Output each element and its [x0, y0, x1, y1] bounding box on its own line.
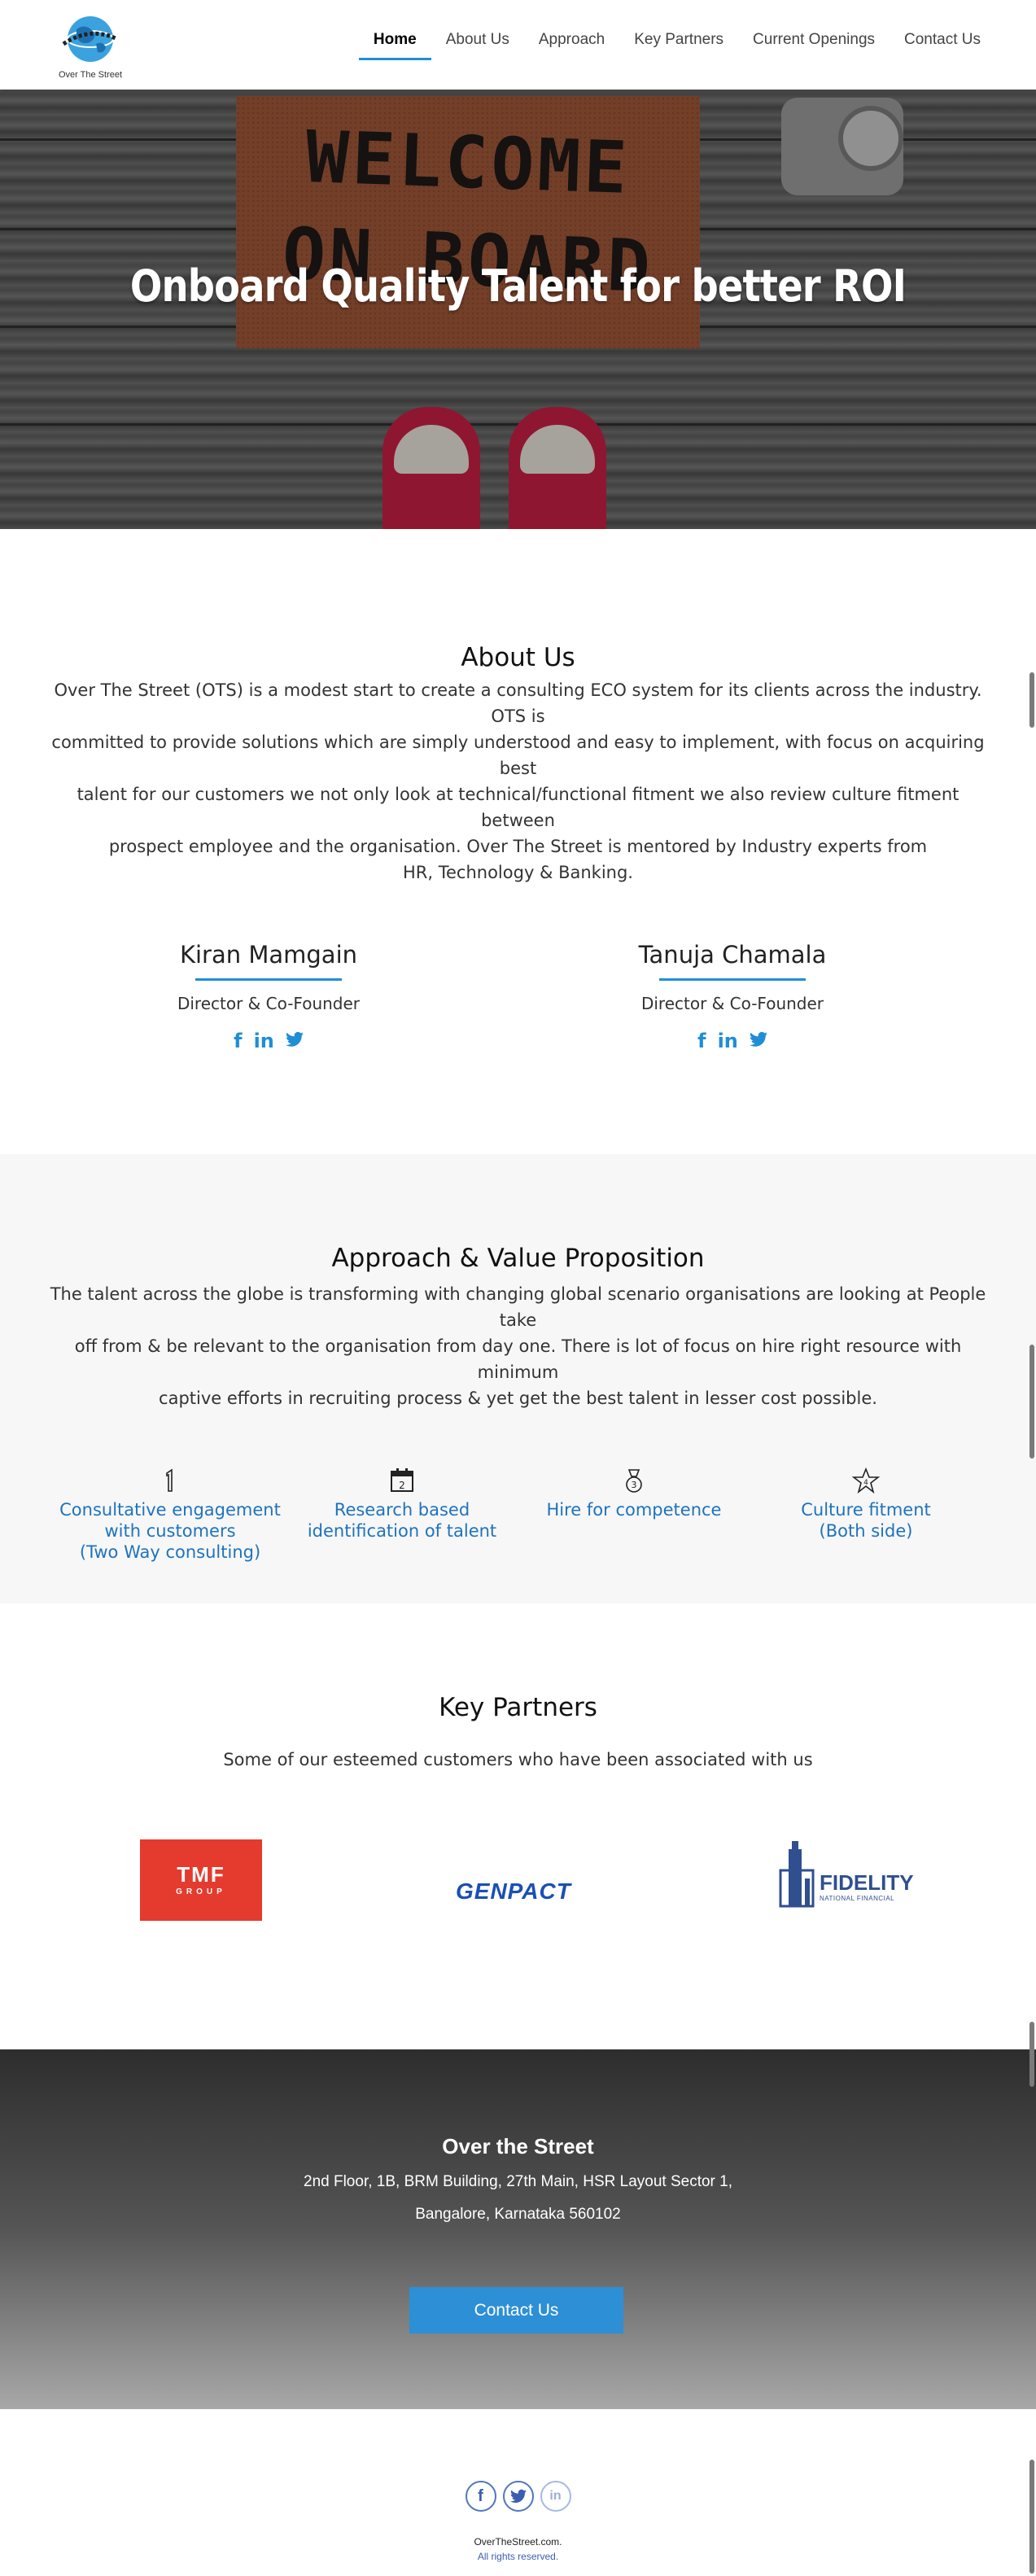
- approach-line: captive efforts in recruiting process & …: [159, 1389, 877, 1408]
- footer-social-links: f in: [0, 2481, 1036, 2512]
- nav-key-partners[interactable]: Key Partners: [634, 31, 723, 57]
- team-card: Kiran Mamgain Director & Co-Founder f in: [106, 941, 431, 1052]
- calendar-icon: 2: [391, 1468, 413, 1492]
- about-line: committed to provide solutions which are…: [51, 733, 985, 778]
- twitter-icon[interactable]: [502, 2481, 534, 2512]
- name-underline: [195, 978, 342, 981]
- fidelity-logo: FIDELITY NATIONAL FINANCIAL: [777, 1838, 914, 1911]
- feature-item: 4 Culture fitment (Both side): [752, 1467, 980, 1542]
- name-underline: [659, 978, 806, 981]
- about-paragraph: Over The Street (OTS) is a modest start …: [49, 677, 987, 886]
- twitter-icon[interactable]: [749, 1030, 767, 1052]
- about-title: About Us: [461, 643, 575, 672]
- feature-label: Culture fitment (Both side): [801, 1500, 931, 1541]
- svg-text:4: 4: [863, 1479, 868, 1487]
- team-card: Tanuja Chamala Director & Co-Founder f i…: [570, 941, 895, 1052]
- about-line: Over The Street (OTS) is a modest start …: [54, 680, 982, 726]
- nav-contact-us[interactable]: Contact Us: [904, 31, 981, 57]
- twitter-icon[interactable]: [285, 1030, 304, 1052]
- approach-paragraph: The talent across the globe is transform…: [49, 1281, 987, 1411]
- fidelity-logo-subtext: NATIONAL FINANCIAL: [820, 1895, 895, 1902]
- person-role: Director & Co-Founder: [177, 994, 361, 1013]
- feature-label: Consultative engagement with customers (…: [59, 1500, 281, 1562]
- tmf-logo-text: TMF: [177, 1862, 225, 1887]
- partners-subtitle: Some of our esteemed customers who have …: [223, 1750, 813, 1769]
- footer-company-name: Over the Street: [442, 2134, 594, 2158]
- footer-contact-section: [0, 2049, 1036, 2409]
- feature-label: Research based identification of talent: [307, 1500, 497, 1541]
- person-socials: f in: [570, 1030, 895, 1052]
- footer-address-line1: 2nd Floor, 1B, BRM Building, 27th Main, …: [304, 2173, 732, 2190]
- building-icon: [779, 1841, 815, 1908]
- fidelity-logo-text: FIDELITY: [820, 1870, 914, 1895]
- logo[interactable]: Over The Street: [52, 11, 129, 85]
- feature-label: Hire for competence: [546, 1500, 722, 1520]
- svg-text:3: 3: [632, 1480, 637, 1490]
- person-role: Director & Co-Founder: [640, 994, 824, 1013]
- svg-text:2: 2: [399, 1480, 405, 1491]
- person-socials: f in: [106, 1030, 431, 1052]
- feature-item: 3 Hire for competence: [520, 1467, 748, 1520]
- scrollbar-thumb[interactable]: [1029, 672, 1034, 728]
- facebook-icon[interactable]: f: [697, 1030, 706, 1052]
- linkedin-icon[interactable]: in: [254, 1030, 274, 1052]
- contact-us-button[interactable]: Contact Us: [409, 2287, 623, 2333]
- nav-home[interactable]: Home: [358, 31, 431, 60]
- nav-current-openings[interactable]: Current Openings: [753, 31, 875, 57]
- copyright-site: OverTheStreet.com.: [474, 2536, 562, 2548]
- person-name: Kiran Mamgain: [179, 941, 358, 969]
- nav-approach[interactable]: Approach: [539, 31, 605, 57]
- copyright-rights: All rights reserved.: [477, 2551, 559, 2562]
- nav-about-us[interactable]: About Us: [446, 31, 509, 57]
- footer-address-line2: Bangalore, Karnataka 560102: [415, 2206, 621, 2223]
- logo-text: Over The Street: [58, 70, 123, 80]
- approach-title: Approach & Value Proposition: [331, 1244, 705, 1273]
- tmf-group-logo: TMF GROUP: [140, 1839, 262, 1921]
- linkedin-icon[interactable]: in: [718, 1030, 738, 1052]
- medal-icon: 3: [626, 1469, 642, 1493]
- globe-logo-icon: [62, 16, 119, 62]
- feature-item: 2 Research based identification of talen…: [288, 1467, 516, 1542]
- about-line: prospect employee and the organisation. …: [108, 837, 928, 856]
- number-one-icon: [166, 1468, 173, 1492]
- facebook-icon[interactable]: f: [234, 1030, 242, 1052]
- facebook-icon[interactable]: f: [465, 2481, 496, 2512]
- feature-item: Consultative engagement with customers (…: [56, 1467, 284, 1563]
- about-line: talent for our customers we not only loo…: [76, 785, 960, 830]
- scrollbar-thumb[interactable]: [1029, 2022, 1034, 2087]
- partners-title: Key Partners: [439, 1693, 597, 1722]
- scrollbar-thumb[interactable]: [1029, 2460, 1034, 2574]
- hero-title: Onboard Quality Talent for better ROI: [129, 260, 907, 312]
- about-line: HR, Technology & Banking.: [403, 863, 633, 882]
- tmf-logo-subtext: GROUP: [176, 1887, 226, 1896]
- main-nav: Home About Us Approach Key Partners Curr…: [358, 31, 981, 60]
- person-name: Tanuja Chamala: [638, 941, 827, 969]
- approach-line: off from & be relevant to the organisati…: [74, 1336, 962, 1382]
- scrollbar-thumb[interactable]: [1029, 1345, 1034, 1459]
- linkedin-icon[interactable]: in: [540, 2481, 571, 2512]
- approach-line: The talent across the globe is transform…: [50, 1284, 986, 1330]
- star-icon: 4: [852, 1467, 880, 1494]
- site-header: Over The Street Home About Us Approach K…: [0, 0, 1036, 90]
- genpact-logo: GENPACT: [456, 1878, 571, 1904]
